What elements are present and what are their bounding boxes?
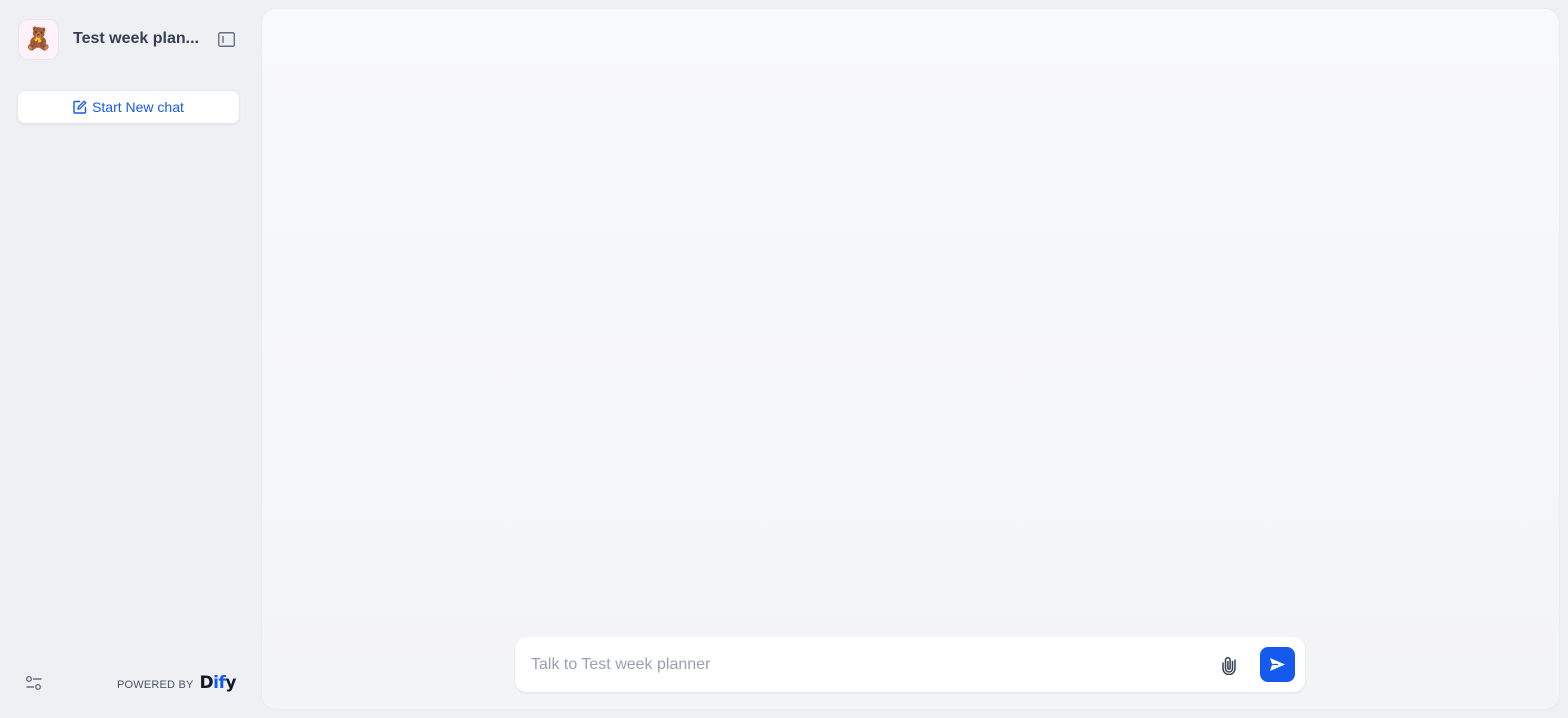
settings-button[interactable]	[18, 667, 50, 699]
sidebar-header: 🧸 Test week plan...	[18, 18, 240, 60]
sidebar: 🧸 Test week plan... Start New chat POWER…	[0, 0, 258, 718]
start-new-chat-button[interactable]: Start New chat	[17, 90, 240, 124]
send-arrow-icon	[1270, 658, 1285, 671]
paperclip-icon	[1222, 656, 1236, 675]
sidebar-panel-icon	[217, 31, 235, 47]
chat-input-box	[515, 637, 1305, 692]
send-button[interactable]	[1260, 647, 1295, 682]
teddy-bear-icon: 🧸	[24, 26, 53, 51]
sidebar-footer: POWERED BY Dify	[18, 668, 240, 698]
start-new-chat-label: Start New chat	[92, 99, 184, 115]
sliders-icon	[26, 676, 42, 690]
sidebar-toggle-button[interactable]	[214, 27, 238, 51]
powered-by: POWERED BY Dify	[116, 673, 237, 693]
powered-by-label: POWERED BY	[116, 678, 194, 691]
app-title: Test week plan...	[73, 30, 199, 47]
dify-logo: Dify	[199, 673, 237, 693]
chat-panel	[262, 9, 1559, 709]
chat-input[interactable]	[529, 649, 1214, 680]
app-root: 🧸 Test week plan... Start New chat POWER…	[0, 0, 1568, 718]
app-avatar: 🧸	[18, 18, 59, 60]
attach-file-button[interactable]	[1214, 650, 1244, 680]
edit-square-icon	[73, 100, 87, 114]
